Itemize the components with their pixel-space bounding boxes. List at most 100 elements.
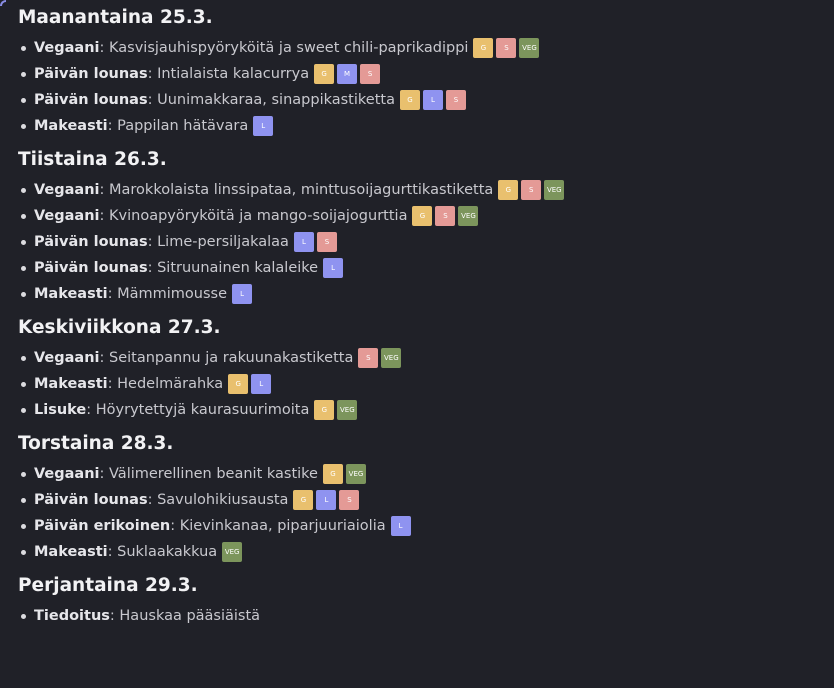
diet-tag-l: L (316, 490, 337, 510)
lunch-menu-page: Maanantaina 25.3. Vegaani: Kasvisjauhispy… (0, 0, 834, 688)
category-separator: : (99, 466, 110, 482)
menu-item: Päivän lounas: Intialaista kalacurrya G M S (18, 61, 834, 87)
menu-item-dish: Kvinoapyöryköitä ja mango-soijajogurttia (109, 208, 408, 224)
diet-tag-l: L (390, 516, 411, 536)
day-section: Perjantaina 29.3. Tiedoitus: Hauskaa pääs… (18, 575, 834, 629)
diet-tag-veg: VEG (544, 180, 565, 200)
diet-tag-l: L (253, 116, 274, 136)
diet-tag-g: G (399, 90, 420, 110)
menu-list: Vegaani: Seitanpannu ja rakuunakastikett… (18, 345, 834, 423)
menu-item: Makeasti: Pappilan hätävara L (18, 113, 834, 139)
menu-item-dish: Lime-persiljakalaa (157, 234, 289, 250)
category-separator: : (109, 608, 120, 624)
diet-tag-veg: VEG (222, 542, 243, 562)
menu-item: Vegaani: Kasvisjauhispyöryköitä ja sweet… (18, 35, 834, 61)
menu-item-category: Vegaani (34, 208, 100, 224)
menu-item: Makeasti: Mämmimousse L (18, 281, 834, 307)
category-separator: : (147, 492, 158, 508)
day-title: Tiistaina 26.3. (18, 149, 167, 170)
menu-item: Tiedoitus: Hauskaa pääsiäistä (18, 603, 834, 629)
diet-tag-s: S (358, 348, 379, 368)
menu-item: Vegaani: Seitanpannu ja rakuunakastikett… (18, 345, 834, 371)
menu-item-category: Makeasti (34, 118, 108, 134)
menu-item: Päivän lounas: Lime-persiljakalaa L S (18, 229, 834, 255)
menu-item-category: Vegaani (34, 182, 100, 198)
category-separator: : (107, 544, 118, 560)
category-separator: : (107, 118, 118, 134)
diet-tag-g: G (322, 464, 343, 484)
diet-tag-l: L (422, 90, 443, 110)
weekly-menu: Maanantaina 25.3. Vegaani: Kasvisjauhispy… (18, 7, 834, 629)
menu-item-category: Makeasti (34, 544, 108, 560)
category-separator: : (99, 40, 110, 56)
diet-tag-s: S (496, 38, 517, 58)
diet-tag-s: S (521, 180, 542, 200)
menu-item: Lisuke: Höyrytettyjä kaurasuurimoita G VEG (18, 397, 834, 423)
diet-tag-g: G (314, 400, 335, 420)
menu-list: Tiedoitus: Hauskaa pääsiäistä (18, 603, 834, 629)
menu-item-category: Päivän lounas (34, 92, 148, 108)
day-title: Torstaina 28.3. (18, 433, 174, 454)
day-title: Maanantaina 25.3. (18, 7, 213, 28)
menu-item: Päivän lounas: Uunimakkaraa, sinappikast… (18, 87, 834, 113)
menu-item: Päivän lounas: Sitruunainen kalaleike L (18, 255, 834, 281)
diet-tag-veg: VEG (345, 464, 366, 484)
menu-item-dish: Hauskaa pääsiäistä (119, 608, 261, 624)
diet-tag-l: L (293, 232, 314, 252)
menu-item-dish: Savulohikiusausta (157, 492, 289, 508)
menu-item-category: Päivän lounas (34, 260, 148, 276)
category-separator: : (170, 518, 180, 534)
category-separator: : (86, 402, 96, 418)
category-separator: : (107, 286, 118, 302)
category-separator: : (147, 260, 158, 276)
menu-item-dish: Hedelmärahka (117, 376, 224, 392)
menu-item-dish: Kievinkanaa, piparjuuriaiolia (179, 518, 386, 534)
diet-tag-veg: VEG (458, 206, 479, 226)
menu-item-category: Päivän lounas (34, 66, 148, 82)
diet-tag-s: S (339, 490, 360, 510)
menu-item-dish: Suklaakakkua (117, 544, 218, 560)
category-separator: : (99, 182, 110, 198)
diet-tag-s: S (360, 64, 381, 84)
menu-item-category: Päivän lounas (34, 234, 148, 250)
menu-list: Vegaani: Kasvisjauhispyöryköitä ja sweet… (18, 35, 834, 139)
diet-tag-s: S (435, 206, 456, 226)
diet-tag-s: S (445, 90, 466, 110)
category-separator: : (99, 350, 110, 366)
menu-list: Vegaani: Välimerellinen beanit kastike G V… (18, 461, 834, 565)
diet-tag-g: G (293, 490, 314, 510)
category-separator: : (107, 376, 118, 392)
diet-tag-veg: VEG (337, 400, 358, 420)
diet-tag-l: L (232, 284, 253, 304)
menu-item-dish: Uunimakkaraa, sinappikastiketta (157, 92, 395, 108)
menu-item-category: Vegaani (34, 350, 100, 366)
diet-tag-g: G (498, 180, 519, 200)
diet-tag-g: G (314, 64, 335, 84)
day-section: Torstaina 28.3. Vegaani: Välimerellinen b… (18, 433, 834, 565)
menu-item-dish: Mämmimousse (117, 286, 228, 302)
menu-item-category: Makeasti (34, 376, 108, 392)
menu-item-category: Makeasti (34, 286, 108, 302)
menu-item-dish: Seitanpannu ja rakuunakastiketta (109, 350, 354, 366)
menu-item: Vegaani: Marokkolaista linssipataa, mint… (18, 177, 834, 203)
day-section: Keskiviikkona 27.3. Vegaani: Seitanpannu … (18, 317, 834, 423)
diet-tag-l: L (323, 258, 344, 278)
day-title: Keskiviikkona 27.3. (18, 317, 221, 338)
menu-item-category: Päivän lounas (34, 492, 148, 508)
menu-item-dish: Välimerellinen beanit kastike (109, 466, 318, 482)
diet-tag-l: L (251, 374, 272, 394)
day-title: Perjantaina 29.3. (18, 575, 198, 596)
diet-tag-g: G (228, 374, 249, 394)
menu-item-dish: Kasvisjauhispyöryköitä ja sweet chili-pa… (109, 40, 469, 56)
category-separator: : (147, 92, 158, 108)
category-separator: : (99, 208, 110, 224)
menu-item: Vegaani: Kvinoapyöryköitä ja mango-soija… (18, 203, 834, 229)
menu-item: Makeasti: Suklaakakkua VEG (18, 539, 834, 565)
corner-accent (0, 0, 6, 6)
category-separator: : (147, 234, 158, 250)
diet-tag-m: M (337, 64, 358, 84)
menu-item-category: Päivän erikoinen (34, 518, 171, 534)
menu-item: Päivän lounas: Savulohikiusausta G L S (18, 487, 834, 513)
diet-tag-veg: VEG (519, 38, 540, 58)
menu-item-dish: Pappilan hätävara (117, 118, 249, 134)
